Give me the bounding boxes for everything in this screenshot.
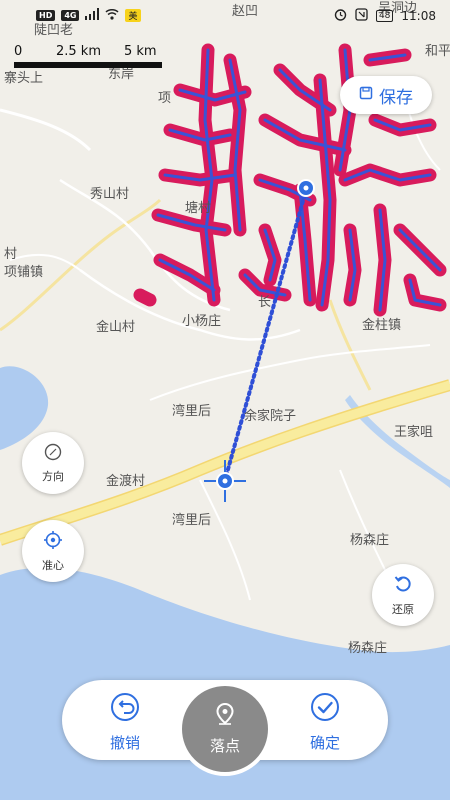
crosshair-icon (43, 530, 63, 553)
restore-label: 还原 (392, 602, 414, 616)
map-label: 王家咀 (394, 424, 433, 440)
map-label: 项 (158, 91, 171, 106)
carrier-badge: 美 (125, 9, 141, 22)
save-label: 保存 (379, 87, 413, 108)
undo-button[interactable]: 撤销 (90, 692, 160, 753)
direction-label: 方向 (42, 469, 64, 483)
map-label: 长 (258, 295, 271, 310)
compass-icon (44, 443, 62, 464)
scale-label-mid: 2.5 km (56, 44, 101, 59)
scale-bar-line (14, 62, 162, 68)
confirm-button[interactable]: 确定 (290, 692, 360, 753)
map-label: 寨头上 (4, 70, 43, 86)
undo-icon (110, 692, 140, 726)
clock: 11:08 (401, 9, 436, 23)
map-label: 村 (4, 247, 17, 262)
map-label: 杨森庄 (350, 532, 389, 548)
map-label: 金渡村 (106, 473, 145, 489)
restore-button[interactable]: 还原 (372, 564, 434, 626)
map-label: 湾里后 (172, 403, 211, 419)
map-label: 和平 (425, 44, 450, 59)
map-label: 秀山村 (90, 187, 129, 202)
map-label: 小杨庄 (182, 313, 221, 329)
center-button[interactable]: 准心 (22, 520, 84, 582)
scale-label-end: 5 km (124, 44, 157, 59)
center-label: 准心 (42, 558, 64, 572)
check-icon (310, 692, 340, 726)
wifi-icon (105, 8, 120, 23)
battery-indicator: 48 (375, 10, 394, 22)
network-type-icon: 4G (61, 10, 80, 21)
scale-label-0: 0 (14, 44, 23, 59)
save-icon (359, 85, 373, 105)
status-bar: HD 4G 美 48 11:08 (0, 0, 450, 30)
map-label: 余家院子 (244, 408, 296, 424)
confirm-label: 确定 (309, 734, 340, 752)
map-label: 杨森庄 (348, 640, 387, 656)
map-label: 金柱镇 (362, 317, 401, 333)
restore-icon (393, 574, 413, 597)
nfc-icon (355, 8, 368, 24)
alarm-icon (334, 8, 347, 24)
map-label: 塘村 (185, 200, 211, 216)
start-point-marker[interactable] (297, 179, 315, 197)
save-button[interactable]: 保存 (340, 76, 432, 114)
drop-point-button[interactable]: 落点 (178, 682, 272, 776)
map-label: 东岸 (108, 67, 134, 82)
drop-point-label: 落点 (209, 736, 240, 755)
undo-label: 撤销 (109, 734, 140, 752)
map-scale-bar: 0 2.5 km 5 km (14, 44, 162, 68)
signal-icon (85, 8, 100, 23)
map-label: 金山村 (96, 319, 135, 335)
map-label: 项铺镇 (4, 265, 43, 280)
location-pin-icon (216, 702, 234, 729)
hd-icon: HD (36, 10, 56, 21)
direction-button[interactable]: 方向 (22, 432, 84, 494)
map-label: 湾里后 (172, 512, 211, 528)
